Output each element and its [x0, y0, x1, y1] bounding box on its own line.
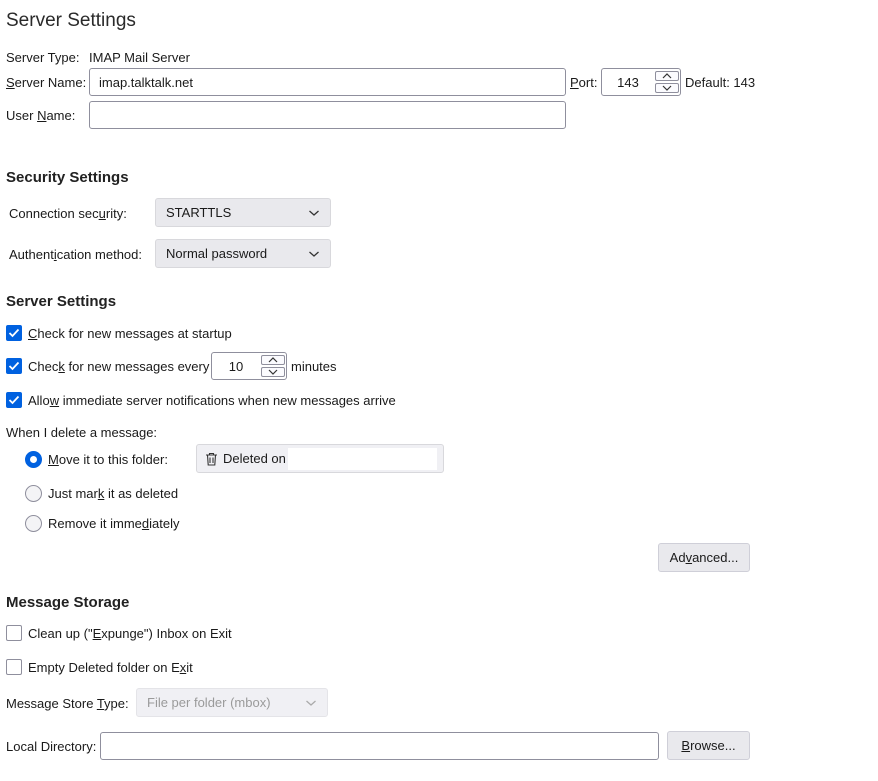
remove-immediately-radio[interactable]: [25, 515, 42, 532]
auth-method-value: Normal password: [166, 246, 268, 261]
allow-notifications-label[interactable]: Allow immediate server notifications whe…: [28, 393, 396, 408]
check-interval-stepper[interactable]: 10: [211, 352, 287, 380]
server-settings-heading: Server Settings: [6, 293, 117, 310]
store-type-value: File per folder (mbox): [147, 695, 271, 710]
remove-immediately-label[interactable]: Remove it immediately: [48, 516, 180, 531]
local-directory-label: Local Directory:: [6, 739, 97, 754]
cleanup-inbox-checkbox[interactable]: [6, 625, 22, 641]
auth-method-select[interactable]: Normal password: [155, 239, 331, 268]
delete-message-label: When I delete a message:: [6, 425, 158, 440]
port-value[interactable]: 143: [602, 69, 654, 95]
folder-name-field: [287, 447, 437, 470]
connection-security-value: STARTTLS: [166, 205, 232, 220]
check-startup-label[interactable]: Check for new messages at startup: [28, 326, 232, 341]
store-type-label: Message Store Type:: [6, 696, 129, 711]
page-title: Server Settings: [6, 10, 136, 31]
port-stepper[interactable]: 143: [601, 68, 681, 96]
user-name-label: User Name:: [6, 108, 76, 123]
port-label: Port:: [570, 75, 598, 90]
interval-increment-button[interactable]: [261, 355, 285, 365]
port-increment-button[interactable]: [655, 71, 679, 81]
message-storage-heading: Message Storage: [6, 594, 130, 611]
port-decrement-button[interactable]: [655, 83, 679, 93]
security-settings-heading: Security Settings: [6, 169, 129, 186]
chevron-down-icon: [268, 369, 278, 375]
connection-security-label: Connection security:: [9, 206, 127, 221]
check-interval-value[interactable]: 10: [212, 353, 260, 379]
deleted-folder-value: Deleted on: [223, 451, 286, 466]
checkmark-icon: [8, 395, 20, 405]
advanced-button[interactable]: Ad v anced...: [658, 543, 750, 572]
checkmark-icon: [8, 361, 20, 371]
chevron-down-icon: [662, 85, 672, 91]
check-startup-checkbox[interactable]: [6, 325, 22, 341]
cleanup-inbox-label[interactable]: Clean up ("Expunge") Inbox on Exit: [28, 626, 232, 641]
move-to-folder-radio[interactable]: [25, 451, 42, 468]
chevron-down-icon: [309, 210, 319, 216]
auth-method-label: Authentication method:: [9, 247, 142, 262]
check-every-label[interactable]: Check for new messages every: [28, 359, 209, 374]
deleted-folder-picker[interactable]: Deleted on: [196, 444, 444, 473]
chevron-up-icon: [662, 73, 672, 79]
chevron-down-icon: [309, 251, 319, 257]
browse-button[interactable]: Browse...: [667, 731, 750, 760]
mark-deleted-radio[interactable]: [25, 485, 42, 502]
user-name-input[interactable]: [89, 101, 566, 129]
chevron-up-icon: [268, 357, 278, 363]
interval-decrement-button[interactable]: [261, 367, 285, 377]
local-directory-input[interactable]: [100, 732, 659, 760]
empty-deleted-checkbox[interactable]: [6, 659, 22, 675]
empty-deleted-label[interactable]: Empty Deleted folder on Exit: [28, 660, 193, 675]
server-name-label: Server Name:: [6, 75, 87, 90]
check-every-checkbox[interactable]: [6, 358, 22, 374]
chevron-down-icon: [306, 700, 316, 706]
mark-deleted-label[interactable]: Just mark it as deleted: [48, 486, 178, 501]
server-type-value: IMAP Mail Server: [89, 50, 190, 65]
store-type-select[interactable]: File per folder (mbox): [136, 688, 328, 717]
server-name-input[interactable]: imap.talktalk.net: [89, 68, 566, 96]
server-type-label: Server Type:: [6, 50, 80, 65]
move-to-folder-label[interactable]: Move it to this folder:: [48, 452, 168, 467]
port-default-label: Default: 143: [685, 75, 756, 90]
checkmark-icon: [8, 328, 20, 338]
trash-icon: [206, 452, 217, 466]
minutes-label: minutes: [291, 359, 337, 374]
connection-security-select[interactable]: STARTTLS: [155, 198, 331, 227]
allow-notifications-checkbox[interactable]: [6, 392, 22, 408]
